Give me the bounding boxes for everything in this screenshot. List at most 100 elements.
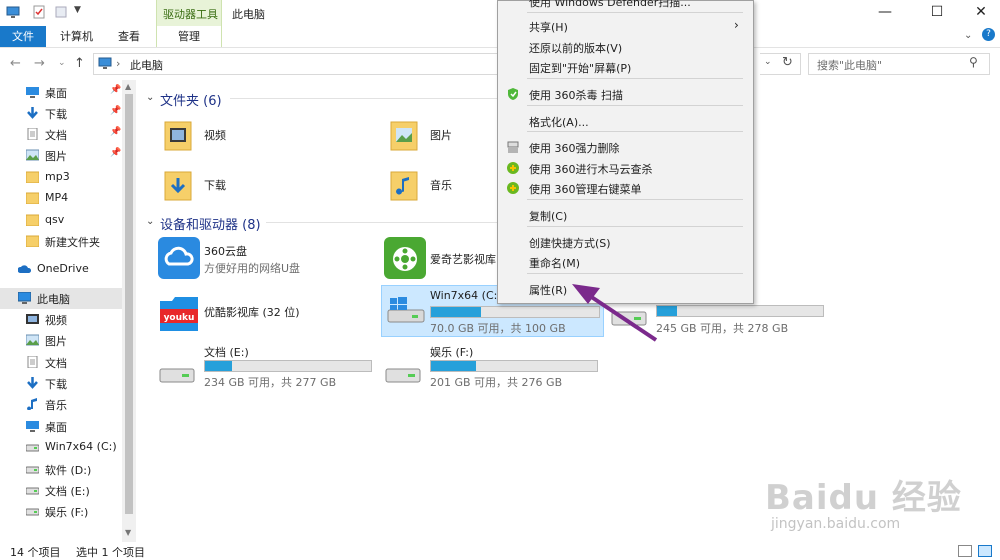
tab-file[interactable]: 文件 <box>0 26 46 47</box>
pin-icon[interactable]: 📌 <box>110 148 121 158</box>
sidebar-item[interactable]: 娱乐 (F:) <box>0 501 122 522</box>
up-icon[interactable]: ↑ <box>74 56 85 71</box>
tab-manage[interactable]: 管理 <box>156 26 222 47</box>
sidebar-item[interactable]: 新建文件夹 <box>0 231 122 252</box>
usage-fill <box>205 361 232 371</box>
sidebar-item[interactable]: 此电脑 <box>0 288 122 309</box>
sidebar-item[interactable]: 图片 📌 <box>0 145 122 166</box>
search-input[interactable]: 搜索"此电脑" ⚲ <box>808 53 990 75</box>
sidebar-item-label: 桌面 <box>45 87 67 100</box>
maximize-button[interactable]: ☐ <box>914 0 960 26</box>
close-button[interactable]: ✕ <box>958 0 1000 26</box>
sidebar-item[interactable]: 下载 📌 <box>0 103 122 124</box>
document-icon <box>27 356 38 368</box>
folder-label: 视频 <box>204 129 226 142</box>
menu-item[interactable]: 格式化(A)... <box>498 111 753 131</box>
menu-item[interactable]: 复制(C) <box>498 205 753 225</box>
menu-separator <box>527 78 743 79</box>
watermark-brand: Baidu 经验 <box>765 478 962 518</box>
menu-item-label: 共享(H) <box>529 21 568 34</box>
sidebar-item[interactable]: 桌面 <box>0 416 122 437</box>
menu-item[interactable]: 还原以前的版本(V) <box>498 37 753 57</box>
scroll-up-icon[interactable]: ▲ <box>125 82 131 91</box>
drive-icon <box>385 368 421 383</box>
sidebar-item[interactable]: MP4 <box>0 188 122 209</box>
sidebar-item-label: 桌面 <box>45 421 67 434</box>
scrollbar-thumb[interactable] <box>125 94 133 514</box>
download-icon <box>27 107 38 119</box>
breadcrumb-chevron-icon[interactable]: › <box>116 57 120 70</box>
windows-drive-icon <box>387 297 425 323</box>
navigation-pane: 桌面 📌 下载 📌 文档 📌 图片 📌 mp3 MP4 qsv 新建文件夹 OneDrive 此电脑 视频图… <box>0 80 136 542</box>
address-dropdown-icon[interactable]: ⌄ <box>764 57 772 67</box>
menu-item-defender-scan[interactable]: 使用 Windows Defender扫描... <box>498 0 753 11</box>
usage-fill <box>431 361 476 371</box>
tab-view[interactable]: 查看 <box>118 26 140 47</box>
search-icon[interactable]: ⚲ <box>969 55 978 69</box>
back-icon[interactable]: ← <box>10 56 21 71</box>
sidebar-item-label: 下载 <box>45 108 67 121</box>
tab-computer[interactable]: 计算机 <box>60 26 93 47</box>
menu-item[interactable]: 使用 360管理右键菜单 <box>498 178 753 198</box>
sidebar-item-label: 软件 (D:) <box>45 464 92 477</box>
menu-separator <box>527 226 743 227</box>
sidebar-item[interactable]: Win7x64 (C:) <box>0 437 122 458</box>
download-icon <box>27 377 38 389</box>
sidebar-item[interactable]: 桌面 📌 <box>0 82 122 103</box>
help-icon[interactable]: ? <box>982 28 995 41</box>
devices-group-title[interactable]: 设备和驱动器 (8) <box>160 214 261 233</box>
menu-item[interactable]: 创建快捷方式(S) <box>498 232 753 252</box>
document-icon <box>27 128 38 140</box>
new-folder-icon[interactable] <box>54 5 68 19</box>
quick-access-dropdown-icon[interactable]: ▼ <box>74 5 81 15</box>
collapse-devices-icon[interactable]: ⌄ <box>146 216 154 227</box>
menu-item-label: 使用 360强力删除 <box>529 142 620 155</box>
collapse-folders-icon[interactable]: ⌄ <box>146 92 154 103</box>
sidebar-item[interactable]: 文档 <box>0 352 122 373</box>
menu-item[interactable]: 使用 360进行木马云查杀 <box>498 158 753 178</box>
sidebar-item[interactable]: OneDrive <box>0 259 122 280</box>
download-folder-icon <box>164 171 192 201</box>
menu-item[interactable]: 重命名(M) <box>498 252 753 272</box>
sidebar-item[interactable]: 音乐 <box>0 394 122 415</box>
recent-locations-icon[interactable]: ⌄ <box>58 58 66 68</box>
menu-separator <box>527 273 743 274</box>
breadcrumb[interactable]: 此电脑 <box>130 57 163 73</box>
sidebar-scrollbar[interactable]: ▲ ▼ <box>122 80 136 542</box>
sidebar-item[interactable]: 文档 📌 <box>0 124 122 145</box>
pin-icon[interactable]: 📌 <box>110 106 121 116</box>
sidebar-item[interactable]: 软件 (D:) <box>0 459 122 480</box>
sidebar-item[interactable]: 文档 (E:) <box>0 480 122 501</box>
sidebar-item[interactable]: 下载 <box>0 373 122 394</box>
sidebar-item[interactable]: 视频 <box>0 309 122 330</box>
address-bar[interactable]: › 此电脑 <box>93 53 501 75</box>
desktop-icon <box>26 87 39 98</box>
computer-icon <box>98 57 112 69</box>
folders-group-title[interactable]: 文件夹 (6) <box>160 90 222 109</box>
sidebar-item-label: 新建文件夹 <box>45 236 100 249</box>
scroll-down-icon[interactable]: ▼ <box>125 528 131 537</box>
ribbon-expand-icon[interactable]: ⌄ <box>964 30 972 41</box>
sidebar-item[interactable]: 图片 <box>0 330 122 351</box>
properties-icon[interactable] <box>32 5 46 19</box>
folder-icon <box>26 192 39 204</box>
menu-item[interactable]: 使用 360强力删除 <box>498 137 753 157</box>
drive-space: 70.0 GB 可用，共 100 GB <box>430 322 566 335</box>
svg-text:youku: youku <box>164 313 195 323</box>
sidebar-item[interactable]: qsv <box>0 210 122 231</box>
minimize-button[interactable]: — <box>862 0 908 26</box>
refresh-icon[interactable]: ↻ <box>782 55 793 70</box>
menu-item[interactable]: 共享(H) › <box>498 16 753 36</box>
sidebar-item[interactable]: mp3 <box>0 167 122 188</box>
address-controls: ⌄ ↻ <box>760 53 801 75</box>
pin-icon[interactable]: 📌 <box>110 85 121 95</box>
sidebar-item-label: OneDrive <box>37 262 89 275</box>
menu-item[interactable]: 固定到"开始"屏幕(P) <box>498 57 753 77</box>
menu-item-label: 使用 360进行木马云查杀 <box>529 163 653 176</box>
pin-icon[interactable]: 📌 <box>110 127 121 137</box>
sidebar-item-label: 此电脑 <box>37 293 70 306</box>
sidebar-item-label: 图片 <box>45 150 67 163</box>
menu-item[interactable]: 使用 360杀毒 扫描 <box>498 84 753 104</box>
forward-icon[interactable]: → <box>34 56 45 71</box>
computer-icon <box>18 292 31 304</box>
